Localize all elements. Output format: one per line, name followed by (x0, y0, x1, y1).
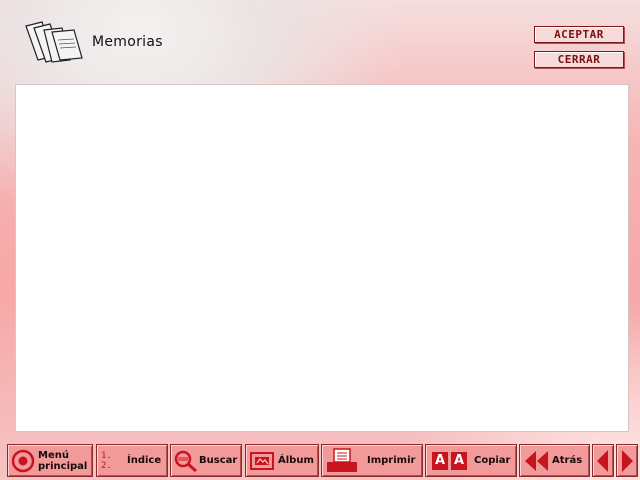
accept-button[interactable]: ACEPTAR (534, 26, 624, 43)
documents-stack-icon (25, 21, 83, 63)
copy-icon: A A (432, 451, 467, 470)
header: Memorias ACEPTAR CERRAR (0, 0, 640, 84)
main-menu-button[interactable]: Menú principal (7, 444, 93, 477)
rewind-icon (525, 450, 548, 471)
print-label: Imprimir (367, 455, 416, 466)
search-label: Buscar (199, 455, 238, 466)
copy-label: Copiar (474, 455, 511, 466)
previous-button[interactable] (592, 444, 614, 477)
printer-icon (327, 447, 357, 472)
album-label: Álbum (278, 455, 314, 466)
search-button[interactable]: Buscar (170, 444, 242, 477)
back-button[interactable]: Atrás (519, 444, 590, 477)
page-title: Memorias (92, 34, 163, 50)
arrow-right-icon (622, 449, 633, 472)
content-area (15, 84, 629, 432)
target-icon (11, 449, 35, 472)
index-button[interactable]: 1. 2. Índice (96, 444, 168, 477)
bottom-toolbar: Menú principal 1. 2. Índice Buscar Álbum (0, 441, 640, 480)
arrow-left-icon (597, 449, 608, 472)
close-button[interactable]: CERRAR (534, 51, 624, 68)
main-menu-label-line1: Menú (38, 449, 69, 461)
numbered-list-icon: 1. 2. (101, 450, 112, 471)
copy-button[interactable]: A A Copiar (425, 444, 517, 477)
album-button[interactable]: Álbum (245, 444, 319, 477)
index-label: Índice (127, 455, 162, 466)
next-button[interactable] (616, 444, 638, 477)
main-menu-label-line2: principal (38, 460, 88, 472)
magnifier-icon (174, 450, 197, 472)
print-button[interactable]: Imprimir (321, 444, 423, 477)
back-label: Atrás (552, 455, 583, 466)
album-icon (250, 451, 274, 470)
